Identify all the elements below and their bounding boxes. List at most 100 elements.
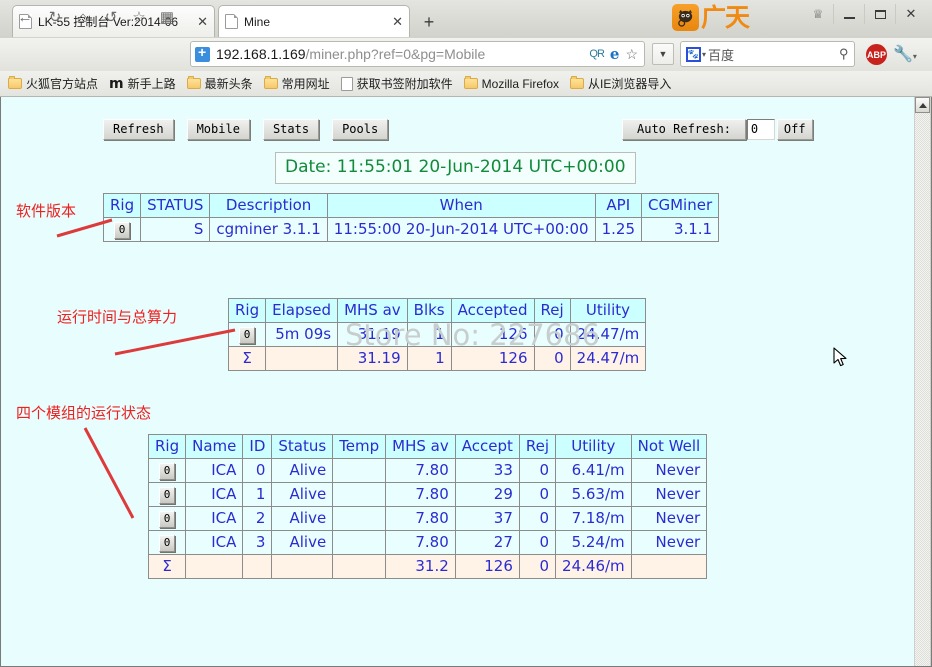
star-icon[interactable]: ☆: [625, 46, 638, 63]
rej-cell: 0: [518, 482, 557, 507]
bookmark-item[interactable]: 最新头条: [186, 75, 253, 92]
page-icon: [225, 14, 238, 29]
scroll-up-button[interactable]: [915, 97, 930, 113]
rig-button[interactable]: 0: [158, 463, 176, 480]
total-temp: [332, 554, 387, 579]
col-rig: Rig: [227, 298, 267, 323]
cat-logo-icon: [672, 4, 699, 31]
search-input[interactable]: 百度: [708, 45, 734, 64]
bookmark-label: 获取书签附加软件: [356, 77, 453, 91]
address-bar[interactable]: 192.168.1.169 /miner.php?ref=0&pg=Mobile…: [190, 41, 645, 67]
bookmark-item[interactable]: 获取书签附加软件: [340, 75, 453, 92]
col-cgminer: CGMiner: [640, 193, 720, 218]
rig-button[interactable]: 0: [158, 511, 176, 528]
minimize-button[interactable]: [833, 4, 864, 24]
home-icon[interactable]: ⌂: [72, 6, 94, 28]
description-cell: cgminer 3.1.1: [209, 217, 328, 242]
col-id: ID: [242, 434, 273, 459]
bookmark-item[interactable]: 火狐官方站点: [8, 75, 98, 92]
status-cell: Alive: [271, 482, 334, 507]
bookmark-label: 常用网址: [281, 77, 330, 91]
ie-engine-icon[interactable]: e: [610, 45, 620, 63]
chevron-down-icon[interactable]: ▾: [702, 50, 706, 59]
close-button[interactable]: ✕: [895, 4, 926, 24]
total-mhs-av: 31.19: [337, 346, 408, 371]
cgminer-cell: 3.1.1: [640, 217, 720, 242]
col-description: Description: [209, 193, 328, 218]
col-rig: Rig: [102, 193, 142, 218]
status-cell: Alive: [271, 458, 334, 483]
bookmark-item[interactable]: 从IE浏览器导入: [570, 75, 671, 92]
name-cell: ICA: [185, 530, 244, 555]
accepted-cell: 126: [450, 322, 535, 347]
tab-mine[interactable]: Mine ✕: [218, 5, 410, 37]
total-blks: 1: [406, 346, 452, 371]
table-row: 0 ICA 3 Alive 7.80 27 0 5.24/m Never: [147, 530, 708, 555]
bookmark-star-icon[interactable]: ☆: [128, 6, 150, 28]
bookmark-item[interactable]: m 新手上路: [109, 75, 176, 92]
not-well-cell: Never: [630, 530, 708, 555]
reload-icon[interactable]: ↺: [100, 6, 122, 28]
total-label: Σ: [147, 554, 187, 579]
rig-button[interactable]: 0: [113, 222, 131, 239]
devices-table: Rig Name ID Status Temp MHS av Accept Re…: [147, 434, 708, 579]
url-host: 192.168.1.169: [216, 46, 306, 62]
total-rej: 0: [518, 554, 557, 579]
col-accept: Accept: [454, 434, 520, 459]
table-header-row: Rig Name ID Status Temp MHS av Accept Re…: [147, 434, 708, 459]
rej-cell: 0: [533, 322, 571, 347]
bookmark-label: 最新头条: [204, 77, 253, 91]
site-identity-icon: [195, 45, 210, 62]
folder-icon: [263, 76, 278, 89]
adblock-icon[interactable]: ABP: [866, 44, 887, 65]
auto-refresh-toggle[interactable]: Off: [776, 119, 813, 140]
brand-text: 广天: [701, 3, 750, 32]
pools-button[interactable]: Pools: [332, 119, 389, 140]
total-label: Σ: [227, 346, 267, 371]
accept-cell: 29: [454, 482, 520, 507]
rig-button[interactable]: 0: [158, 535, 176, 552]
bookmark-item[interactable]: 常用网址: [263, 75, 330, 92]
new-tab-button[interactable]: +: [415, 10, 443, 34]
history-dropdown-button[interactable]: ▼: [652, 43, 674, 65]
search-icon[interactable]: ⚲: [839, 46, 849, 62]
rig-cell: 0: [147, 530, 187, 555]
forward-icon[interactable]: ↻: [44, 6, 66, 28]
utility-cell: 5.24/m: [555, 530, 632, 555]
back-icon[interactable]: ←: [14, 6, 36, 28]
annotation-software-version: 软件版本: [16, 202, 77, 220]
col-api: API: [594, 193, 643, 218]
bookmark-item[interactable]: Mozilla Firefox: [463, 76, 559, 91]
vertical-scrollbar[interactable]: [914, 97, 930, 666]
total-utility: 24.46/m: [555, 554, 632, 579]
col-name: Name: [185, 434, 244, 459]
mobile-button[interactable]: Mobile: [186, 119, 250, 140]
temp-cell: [332, 506, 387, 531]
grid-icon[interactable]: ▦: [156, 6, 178, 28]
mhs-av-cell: 7.80: [385, 506, 456, 531]
table-header-row: Rig Elapsed MHS av Blks Accepted Rej Uti…: [227, 298, 647, 323]
col-rej: Rej: [518, 434, 557, 459]
id-cell: 2: [242, 506, 273, 531]
search-bar[interactable]: 🐾 ▾ 百度 ⚲: [680, 41, 855, 67]
stats-button[interactable]: Stats: [262, 119, 320, 140]
accept-cell: 37: [454, 506, 520, 531]
baidu-icon[interactable]: 🐾: [686, 46, 701, 62]
rig-button[interactable]: 0: [238, 327, 256, 344]
col-when: When: [326, 193, 596, 218]
name-cell: ICA: [185, 506, 244, 531]
date-banner: Date: 11:55:01 20-Jun-2014 UTC+00:00: [275, 152, 636, 184]
auto-refresh-input[interactable]: [746, 119, 775, 140]
qr-code-icon[interactable]: QR: [589, 48, 604, 60]
close-icon[interactable]: ✕: [392, 15, 403, 28]
wrench-icon[interactable]: 🔧▾: [893, 44, 917, 64]
utility-cell: 7.18/m: [555, 506, 632, 531]
status-cell: Alive: [271, 530, 334, 555]
maximize-button[interactable]: [864, 4, 895, 24]
close-icon[interactable]: ✕: [197, 15, 208, 28]
when-cell: 11:55:00 20-Jun-2014 UTC+00:00: [326, 217, 596, 242]
bookmark-label: 火狐官方站点: [26, 77, 99, 91]
shirt-icon[interactable]: ♕: [803, 4, 833, 24]
refresh-button[interactable]: Refresh: [103, 119, 174, 140]
rig-button[interactable]: 0: [158, 487, 176, 504]
